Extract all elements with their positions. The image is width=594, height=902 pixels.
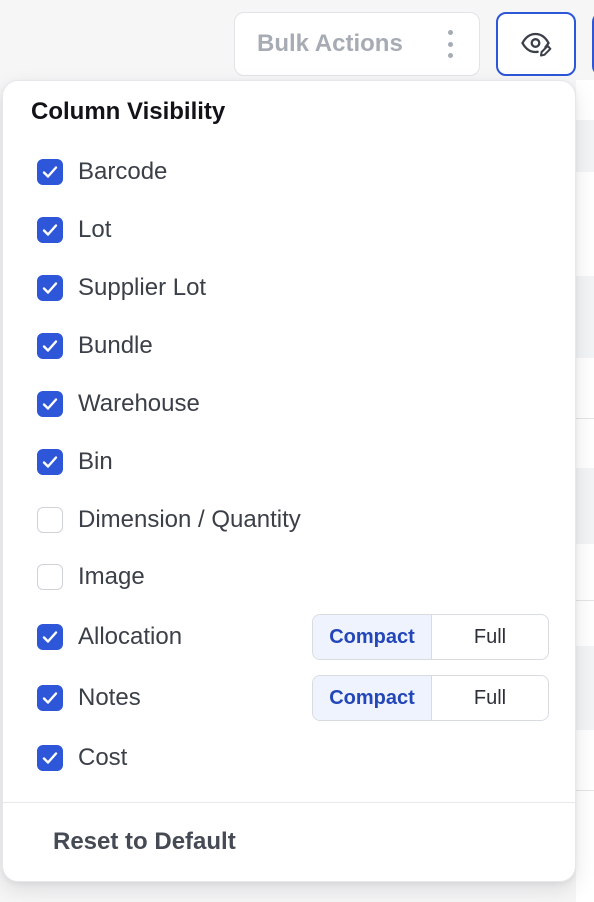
column-label: Warehouse bbox=[78, 390, 200, 417]
checkbox-image[interactable] bbox=[37, 564, 63, 590]
column-label: Supplier Lot bbox=[78, 274, 207, 301]
background-table-line bbox=[576, 790, 594, 791]
checkbox-warehouse[interactable] bbox=[37, 391, 63, 417]
checkbox-dimension-quantity[interactable] bbox=[37, 507, 63, 533]
checkbox-cost[interactable] bbox=[37, 745, 63, 771]
reset-to-default-button[interactable]: Reset to Default bbox=[53, 828, 236, 856]
column-label: Allocation bbox=[78, 623, 183, 650]
notes-full-option[interactable]: Full bbox=[432, 676, 548, 720]
column-label: Barcode bbox=[78, 158, 168, 185]
check-icon bbox=[42, 340, 58, 352]
allocation-full-option[interactable]: Full bbox=[432, 615, 548, 659]
check-icon bbox=[42, 631, 58, 643]
column-option-warehouse[interactable]: Warehouse bbox=[37, 384, 557, 424]
notes-mode-toggle: Compact Full bbox=[312, 675, 549, 721]
panel-divider bbox=[3, 802, 575, 803]
check-icon bbox=[42, 752, 58, 764]
column-visibility-panel: Column Visibility Barcode Lot Supplier L… bbox=[2, 80, 576, 882]
check-icon bbox=[42, 166, 58, 178]
background-table-line bbox=[576, 600, 594, 601]
column-option-allocation[interactable]: Allocation Compact Full bbox=[37, 614, 557, 660]
check-icon bbox=[42, 282, 58, 294]
bulk-actions-label: Bulk Actions bbox=[257, 30, 403, 57]
column-option-lot[interactable]: Lot bbox=[37, 210, 557, 250]
column-label: Notes bbox=[78, 684, 141, 711]
background-table-band bbox=[576, 468, 594, 544]
column-label: Dimension / Quantity bbox=[78, 506, 301, 533]
column-option-supplier-lot[interactable]: Supplier Lot bbox=[37, 268, 557, 308]
check-icon bbox=[42, 692, 58, 704]
check-icon bbox=[42, 456, 58, 468]
checkbox-allocation[interactable] bbox=[37, 624, 63, 650]
column-label: Bundle bbox=[78, 332, 153, 359]
checkbox-bin[interactable] bbox=[37, 449, 63, 475]
background-table-band bbox=[576, 646, 594, 730]
checkbox-supplier-lot[interactable] bbox=[37, 275, 63, 301]
column-label: Bin bbox=[78, 448, 113, 475]
more-vertical-icon bbox=[447, 30, 453, 58]
eye-edit-icon bbox=[521, 32, 552, 57]
checkbox-bundle[interactable] bbox=[37, 333, 63, 359]
column-option-barcode[interactable]: Barcode bbox=[37, 152, 557, 192]
background-table-band bbox=[576, 276, 594, 358]
notes-compact-option[interactable]: Compact bbox=[313, 676, 432, 720]
checkbox-lot[interactable] bbox=[37, 217, 63, 243]
column-label: Lot bbox=[78, 216, 112, 243]
allocation-compact-option[interactable]: Compact bbox=[313, 615, 432, 659]
checkbox-barcode[interactable] bbox=[37, 159, 63, 185]
column-visibility-button[interactable] bbox=[496, 12, 576, 76]
column-option-image[interactable]: Image bbox=[37, 557, 557, 597]
column-option-dimension-quantity[interactable]: Dimension / Quantity bbox=[37, 500, 557, 540]
bulk-actions-button[interactable]: Bulk Actions bbox=[234, 12, 480, 76]
column-option-cost[interactable]: Cost bbox=[37, 738, 557, 778]
column-option-notes[interactable]: Notes Compact Full bbox=[37, 675, 557, 721]
check-icon bbox=[42, 398, 58, 410]
background-table-line bbox=[576, 418, 594, 419]
column-option-bundle[interactable]: Bundle bbox=[37, 326, 557, 366]
background-table-band bbox=[576, 120, 594, 172]
check-icon bbox=[42, 224, 58, 236]
checkbox-notes[interactable] bbox=[37, 685, 63, 711]
column-label: Cost bbox=[78, 744, 128, 771]
column-option-bin[interactable]: Bin bbox=[37, 442, 557, 482]
allocation-mode-toggle: Compact Full bbox=[312, 614, 549, 660]
column-label: Image bbox=[78, 563, 145, 590]
panel-title: Column Visibility bbox=[31, 98, 226, 125]
